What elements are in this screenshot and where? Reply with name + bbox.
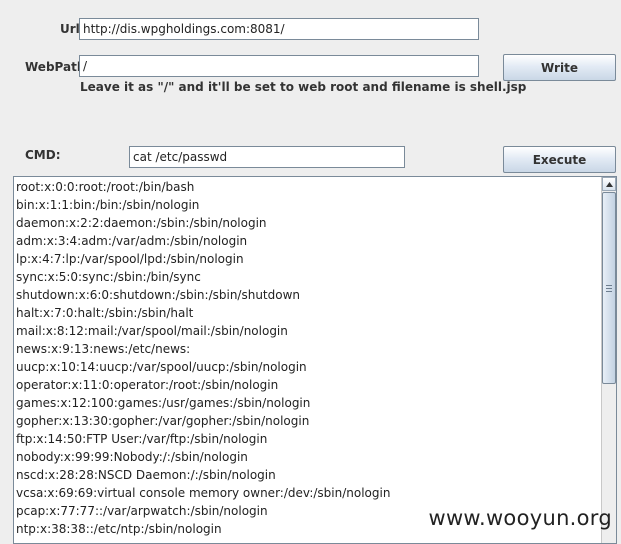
output-line: lp:x:4:7:lp:/var/spool/lpd:/sbin/nologin	[16, 252, 244, 266]
webpath-hint: Leave it as "/" and it'll be set to web …	[80, 80, 527, 94]
output-line: halt:x:7:0:halt:/sbin:/sbin/halt	[16, 306, 194, 320]
output-line: shutdown:x:6:0:shutdown:/sbin:/sbin/shut…	[16, 288, 301, 302]
arrow-up-icon	[605, 181, 613, 187]
output-line: nscd:x:28:28:NSCD Daemon:/:/sbin/nologin	[16, 468, 276, 482]
output-line: root:x:0:0:root:/root:/bin/bash	[16, 180, 195, 194]
write-button[interactable]: Write	[503, 54, 616, 81]
output-textarea[interactable]: root:x:0:0:root:/root:/bin/bash bin:x:1:…	[13, 176, 617, 544]
watermark: www.wooyun.org	[428, 506, 612, 530]
output-line: mail:x:8:12:mail:/var/spool/mail:/sbin/n…	[16, 324, 288, 338]
execute-button[interactable]: Execute	[503, 146, 616, 173]
cmd-input[interactable]	[129, 146, 405, 168]
scroll-up-button[interactable]	[602, 177, 616, 191]
output-line: ftp:x:14:50:FTP User:/var/ftp:/sbin/nolo…	[16, 432, 268, 446]
vertical-scrollbar[interactable]	[601, 177, 616, 543]
output-line: daemon:x:2:2:daemon:/sbin:/sbin/nologin	[16, 216, 267, 230]
grip-icon	[606, 284, 612, 292]
output-line: operator:x:11:0:operator:/root:/sbin/nol…	[16, 378, 279, 392]
output-line: adm:x:3:4:adm:/var/adm:/sbin/nologin	[16, 234, 248, 248]
output-lines: root:x:0:0:root:/root:/bin/bash bin:x:1:…	[16, 178, 600, 538]
output-line: bin:x:1:1:bin:/bin:/sbin/nologin	[16, 198, 200, 212]
output-line: nobody:x:99:99:Nobody:/:/sbin/nologin	[16, 450, 248, 464]
url-input[interactable]	[79, 18, 479, 40]
output-line: sync:x:5:0:sync:/sbin:/bin/sync	[16, 270, 201, 284]
scroll-thumb[interactable]	[602, 192, 616, 384]
output-line: uucp:x:10:14:uucp:/var/spool/uucp:/sbin/…	[16, 360, 307, 374]
output-line: vcsa:x:69:69:virtual console memory owne…	[16, 486, 391, 500]
webpath-input[interactable]	[79, 55, 479, 77]
output-line: games:x:12:100:games:/usr/games:/sbin/no…	[16, 396, 311, 410]
cmd-label: CMD:	[25, 148, 61, 162]
output-line: gopher:x:13:30:gopher:/var/gopher:/sbin/…	[16, 414, 310, 428]
output-line: news:x:9:13:news:/etc/news:	[16, 342, 191, 356]
